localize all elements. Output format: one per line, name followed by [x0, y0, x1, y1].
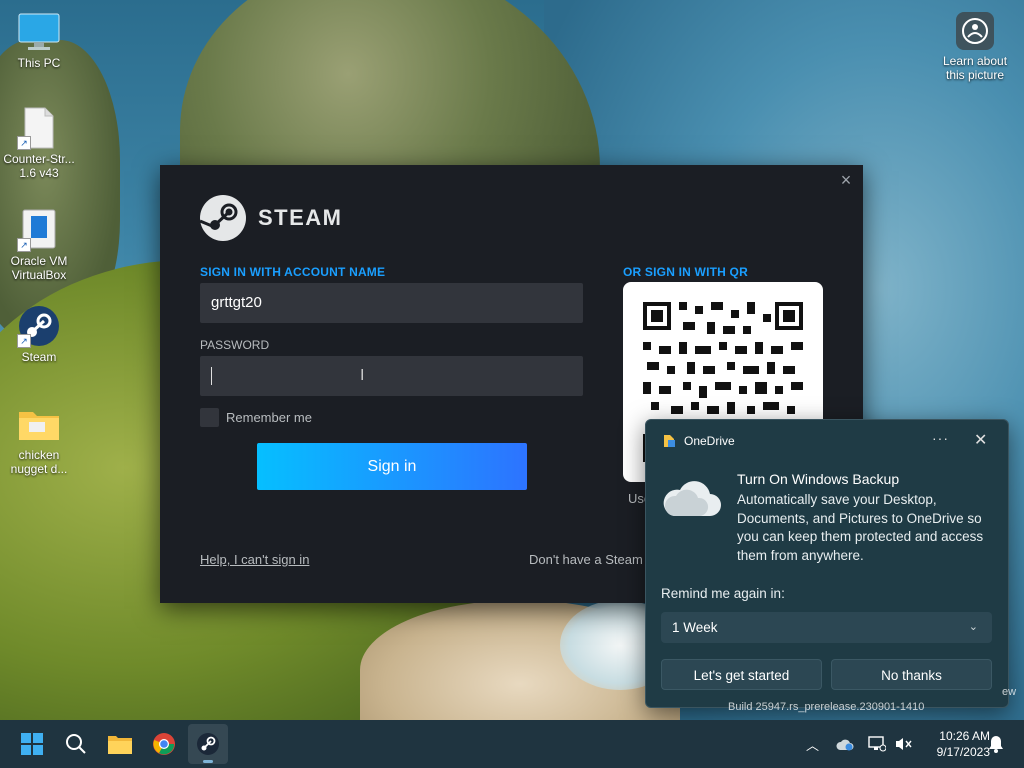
- steam-icon: [197, 733, 219, 755]
- remind-interval-value: 1 Week: [672, 620, 718, 635]
- remember-me[interactable]: Remember me: [200, 408, 312, 427]
- windows-icon: [21, 733, 43, 755]
- sign-in-button[interactable]: Sign in: [257, 443, 527, 490]
- lets-get-started-button[interactable]: Let's get started: [661, 659, 822, 690]
- volume-muted-icon[interactable]: [894, 736, 912, 752]
- search-button[interactable]: [56, 724, 96, 764]
- chrome-button[interactable]: [144, 724, 184, 764]
- desktop-icon-virtualbox[interactable]: ↗ Oracle VM VirtualBox: [0, 208, 78, 282]
- search-icon: [66, 734, 86, 754]
- password-field[interactable]: I: [200, 356, 583, 396]
- desktop-icon-label: This PC: [17, 56, 61, 70]
- system-clock[interactable]: 10:26 AM 9/17/2023: [918, 728, 990, 760]
- onedrive-app-icon: [664, 435, 675, 447]
- notification-body: Automatically save your Desktop, Documen…: [737, 492, 984, 563]
- no-account-text: Don't have a Steam a: [529, 552, 654, 567]
- more-options-icon[interactable]: ···: [932, 430, 949, 446]
- notification-bell-icon[interactable]: [988, 735, 1004, 758]
- desktop-icon-label: Oracle VM VirtualBox: [10, 254, 68, 282]
- steam-logo: STEAM: [200, 195, 343, 241]
- close-icon[interactable]: ×: [837, 171, 855, 189]
- camera-icon: [956, 12, 994, 50]
- desktop-icon-counter-strike[interactable]: ↗ Counter-Str... 1.6 v43: [0, 106, 78, 180]
- remember-me-label: Remember me: [226, 410, 312, 425]
- mouse-ibeam-cursor: I: [360, 367, 365, 384]
- desktop-icon-label: chicken nugget d...: [10, 448, 68, 476]
- network-icon[interactable]: [868, 736, 886, 752]
- shortcut-arrow-icon: ↗: [17, 136, 31, 150]
- cloud-icon: [660, 476, 722, 523]
- remind-interval-select[interactable]: 1 Week ⌄: [661, 612, 992, 643]
- watermark-text: ew: [1002, 686, 1017, 698]
- watermark-build: Build 25947.rs_prerelease.230901-1410: [728, 701, 925, 713]
- learn-picture-label: Learn about this picture: [942, 54, 1008, 82]
- notification-header: OneDrive: [662, 434, 735, 448]
- chrome-icon: [153, 733, 175, 755]
- learn-about-picture[interactable]: Learn about this picture: [938, 12, 1012, 82]
- desktop-icon-chicken-nugget[interactable]: chicken nugget d...: [0, 402, 78, 476]
- chevron-down-icon: ⌄: [968, 621, 978, 633]
- text-caret: [211, 367, 212, 385]
- active-indicator: [203, 760, 213, 763]
- steam-icon: ↗: [17, 304, 61, 348]
- no-thanks-button[interactable]: No thanks: [831, 659, 992, 690]
- file-explorer-button[interactable]: [100, 724, 140, 764]
- close-icon[interactable]: ✕: [974, 430, 987, 450]
- notification-app-name: OneDrive: [684, 434, 735, 448]
- monitor-icon: [17, 10, 61, 54]
- clock-date: 9/17/2023: [936, 745, 990, 759]
- remind-me-label: Remind me again in:: [661, 586, 785, 601]
- shortcut-arrow-icon: ↗: [17, 334, 31, 348]
- desktop-icon-label: Steam: [21, 350, 57, 364]
- onedrive-cloud-icon[interactable]: [836, 737, 854, 751]
- folder-icon: [108, 736, 132, 754]
- start-button[interactable]: [12, 724, 52, 764]
- virtualbox-icon: ↗: [17, 208, 61, 252]
- onedrive-notification: OneDrive ··· ✕ Turn On Windows Backup Au…: [645, 419, 1009, 708]
- steam-logo-icon: [200, 195, 246, 241]
- chevron-up-icon[interactable]: ︿: [806, 735, 819, 754]
- remember-me-checkbox[interactable]: [200, 408, 219, 427]
- taskbar: ︿ 10:26 AM 9/17/2023: [0, 720, 1024, 768]
- help-cant-sign-in-link[interactable]: Help, I can't sign in: [200, 552, 309, 567]
- file-icon: ↗: [17, 106, 61, 150]
- steam-wordmark: STEAM: [258, 205, 343, 230]
- qr-signin-label: OR SIGN IN WITH QR: [623, 265, 748, 279]
- password-label: PASSWORD: [200, 338, 270, 352]
- steam-taskbar-button[interactable]: [188, 724, 228, 764]
- notification-title: Turn On Windows Backup: [737, 471, 900, 487]
- account-name-field[interactable]: grttgt20: [200, 283, 583, 323]
- desktop-icon-steam[interactable]: ↗ Steam: [0, 304, 78, 364]
- folder-icon: [17, 402, 61, 446]
- shortcut-arrow-icon: ↗: [17, 238, 31, 252]
- desktop-icon-label: Counter-Str... 1.6 v43: [3, 152, 75, 180]
- desktop-icon-this-pc[interactable]: This PC: [0, 10, 78, 70]
- clock-time: 10:26 AM: [939, 729, 990, 743]
- signin-account-label: SIGN IN WITH ACCOUNT NAME: [200, 265, 386, 279]
